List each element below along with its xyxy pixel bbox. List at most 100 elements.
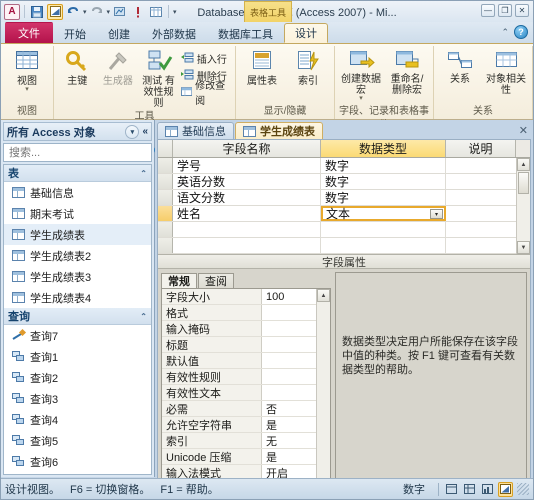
tab-external-data[interactable]: 外部数据 xyxy=(141,23,207,43)
property-row[interactable]: 索引 无 xyxy=(162,433,316,449)
list-item[interactable]: 学生成绩表4 xyxy=(4,287,151,308)
chevron-up-icon[interactable]: ⌃ xyxy=(140,312,147,321)
cell-field-name[interactable] xyxy=(173,222,321,237)
highlight-icon[interactable] xyxy=(47,3,63,20)
row-selector[interactable] xyxy=(158,222,173,237)
chevron-up-icon[interactable]: ⌃ xyxy=(140,169,147,178)
refresh-icon[interactable] xyxy=(112,4,128,20)
property-scrollbar[interactable]: ▲ ▼ xyxy=(316,289,330,499)
row-selector[interactable] xyxy=(158,238,173,253)
test-validation-rules-button[interactable]: 测试 有效性规则 xyxy=(138,48,179,110)
cell-description[interactable] xyxy=(446,238,516,253)
redo-dropdown-caret[interactable]: ▾ xyxy=(107,8,111,16)
close-document-icon[interactable]: ✕ xyxy=(519,124,528,137)
list-item[interactable]: 学生成绩表3 xyxy=(4,266,151,287)
view-dropdown-caret[interactable]: ▾ xyxy=(25,86,29,93)
table-row[interactable] xyxy=(158,238,516,254)
property-row[interactable]: 输入掩码 xyxy=(162,321,316,337)
primary-key-button[interactable]: 主键 xyxy=(57,48,98,88)
list-item[interactable]: 查询7 xyxy=(4,325,151,346)
tab-database-tools[interactable]: 数据库工具 xyxy=(207,23,284,43)
tab-lookup[interactable]: 查阅 xyxy=(198,273,234,288)
property-value[interactable] xyxy=(262,321,316,336)
navigation-search-box[interactable] xyxy=(3,143,165,162)
nav-group-queries[interactable]: 查询 ⌃ xyxy=(4,308,151,325)
list-item[interactable]: 平均值 xyxy=(4,472,151,474)
list-item[interactable]: 查询2 xyxy=(4,367,151,388)
property-value[interactable]: 是 xyxy=(262,449,316,464)
property-value[interactable]: 是 xyxy=(262,417,316,432)
table-row[interactable]: 学号 数字 xyxy=(158,158,516,174)
object-dependencies-button[interactable]: 对象相关性 xyxy=(483,48,529,97)
pivottable-view-icon[interactable] xyxy=(462,482,477,497)
column-header-data-type[interactable]: 数据类型 xyxy=(321,140,446,157)
nav-group-tables[interactable]: 表 ⌃ xyxy=(4,165,151,182)
cell-field-name[interactable]: 语文分数 xyxy=(173,190,321,205)
row-selector-active[interactable] xyxy=(158,206,173,221)
property-value[interactable] xyxy=(262,353,316,368)
collapse-pane-icon[interactable]: « xyxy=(142,126,148,137)
property-value[interactable] xyxy=(262,369,316,384)
list-item[interactable]: 查询6 xyxy=(4,451,151,472)
insert-row-button[interactable]: 插入行 xyxy=(180,50,230,66)
cell-description[interactable] xyxy=(446,222,516,237)
view-button[interactable]: 视图 ▾ xyxy=(4,48,50,94)
chevron-down-icon[interactable]: ▾ xyxy=(430,209,443,219)
property-sheet-button[interactable]: 属性表 xyxy=(239,48,285,88)
tab-design[interactable]: 设计 xyxy=(284,23,328,43)
minimize-ribbon-icon[interactable]: ⌃ xyxy=(501,27,509,38)
list-item[interactable]: 期末考试 xyxy=(4,203,151,224)
undo-dropdown-caret[interactable]: ▾ xyxy=(83,8,87,16)
builder-button[interactable]: 生成器 xyxy=(98,48,139,88)
column-header-description[interactable]: 说明 xyxy=(446,140,516,157)
resize-grip[interactable] xyxy=(517,483,529,495)
property-row[interactable]: 有效性文本 xyxy=(162,385,316,401)
cell-data-type[interactable]: 数字 xyxy=(321,158,446,173)
create-data-macros-caret[interactable]: ▾ xyxy=(359,95,363,102)
modify-lookups-button[interactable]: 修改查阅 xyxy=(180,81,230,107)
create-data-macros-button[interactable]: 创建数据宏 ▾ xyxy=(338,48,384,103)
scroll-up-icon[interactable]: ▲ xyxy=(317,289,330,302)
row-selector[interactable] xyxy=(158,174,173,189)
cell-description[interactable] xyxy=(446,206,516,221)
datasheet-icon[interactable] xyxy=(148,4,164,20)
property-value[interactable]: 无 xyxy=(262,433,316,448)
list-item[interactable]: 查询1 xyxy=(4,346,151,367)
property-value[interactable] xyxy=(262,385,316,400)
scroll-up-icon[interactable]: ▲ xyxy=(517,158,530,171)
tab-file[interactable]: 文件 xyxy=(5,22,53,43)
indexes-button[interactable]: 索引 xyxy=(285,48,331,88)
relationships-button[interactable]: 关系 xyxy=(437,48,483,86)
list-item[interactable]: 学生成绩表 xyxy=(4,224,151,245)
table-row-selected[interactable]: 姓名 文本 ▾ xyxy=(158,206,516,222)
cell-data-type[interactable]: 数字 xyxy=(321,174,446,189)
row-selector[interactable] xyxy=(158,158,173,173)
property-row[interactable]: 标题 xyxy=(162,337,316,353)
run-icon[interactable] xyxy=(130,4,146,20)
chevron-down-icon[interactable]: ▾ xyxy=(125,124,140,139)
list-item[interactable]: 查询4 xyxy=(4,409,151,430)
field-grid-scrollbar[interactable]: ▲ ▼ xyxy=(516,158,530,254)
scrollbar-thumb[interactable] xyxy=(518,172,529,194)
datasheet-view-icon[interactable] xyxy=(444,482,459,497)
column-header-field-name[interactable]: 字段名称 xyxy=(173,140,321,157)
cell-field-name[interactable]: 英语分数 xyxy=(173,174,321,189)
cell-data-type[interactable] xyxy=(321,238,446,253)
property-row[interactable]: 必需 否 xyxy=(162,401,316,417)
pivotchart-view-icon[interactable] xyxy=(480,482,495,497)
save-icon[interactable] xyxy=(29,4,45,20)
property-row[interactable]: 有效性规则 xyxy=(162,369,316,385)
tab-general[interactable]: 常规 xyxy=(161,273,197,288)
close-button[interactable]: ✕ xyxy=(515,4,529,17)
row-selector[interactable] xyxy=(158,190,173,205)
property-row[interactable]: 字段大小 100 xyxy=(162,289,316,305)
rename-delete-macro-button[interactable]: 重命名/ 删除宏 xyxy=(384,48,430,97)
cell-field-name[interactable]: 学号 xyxy=(173,158,321,173)
cell-description[interactable] xyxy=(446,174,516,189)
property-row[interactable]: 格式 xyxy=(162,305,316,321)
cell-field-name[interactable] xyxy=(173,238,321,253)
help-icon[interactable]: ? xyxy=(514,25,528,39)
scroll-down-icon[interactable]: ▼ xyxy=(517,241,530,254)
cell-description[interactable] xyxy=(446,158,516,173)
restore-button[interactable]: ❐ xyxy=(498,4,512,17)
